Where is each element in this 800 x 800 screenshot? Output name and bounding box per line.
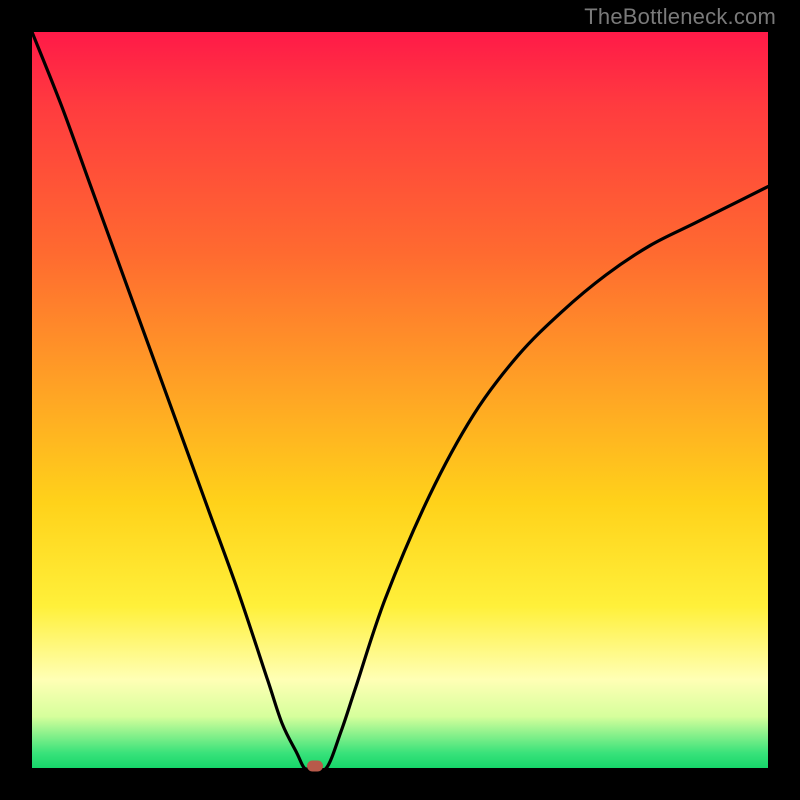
watermark-text: TheBottleneck.com (584, 4, 776, 30)
plot-area (32, 32, 768, 768)
minimum-marker (307, 761, 323, 772)
chart-frame: TheBottleneck.com (0, 0, 800, 800)
bottleneck-curve (32, 32, 768, 768)
